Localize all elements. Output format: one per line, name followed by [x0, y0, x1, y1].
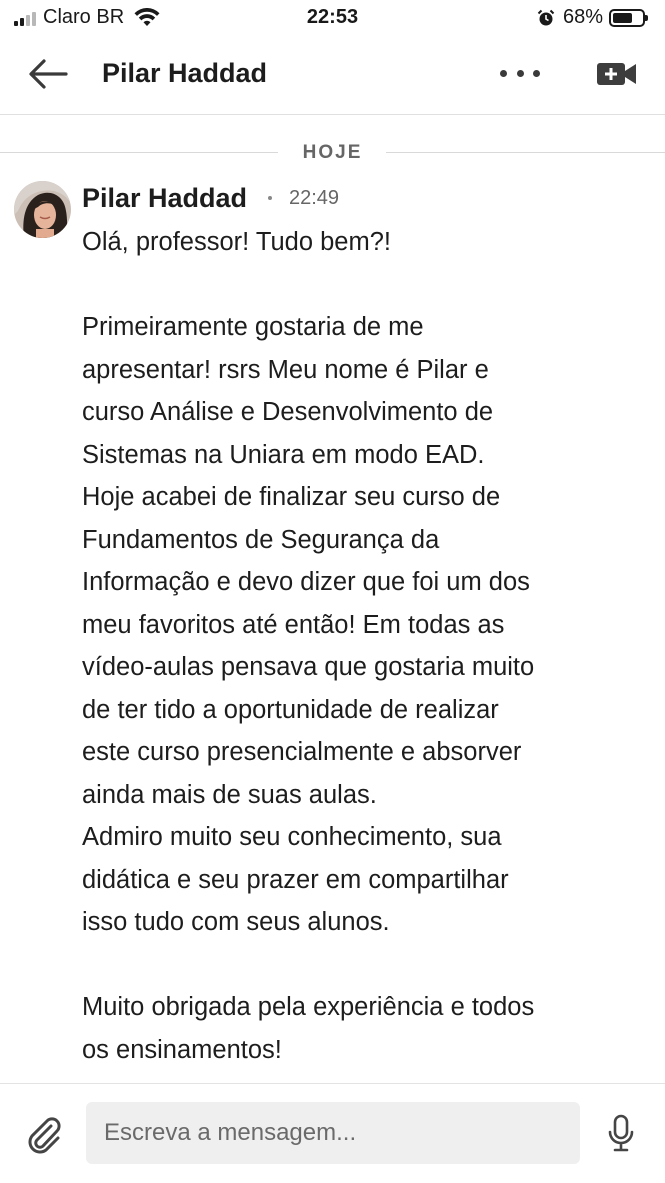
- battery-percent: 68%: [562, 6, 603, 28]
- message-line: apresentar! rsrs Meu nome é Pilar e: [82, 355, 489, 384]
- date-label: HOJE: [302, 142, 363, 163]
- date-divider: HOJE: [0, 140, 665, 164]
- message-composer: [0, 1083, 665, 1183]
- avatar[interactable]: [14, 181, 71, 238]
- message-input[interactable]: [86, 1102, 580, 1164]
- message-line: este curso presencialmente e absorver: [82, 738, 522, 766]
- video-call-icon[interactable]: [596, 60, 638, 88]
- message-time: 22:49: [289, 187, 340, 209]
- message-line: de ter tido a oportunidade de realizar: [82, 695, 499, 724]
- message-line: Olá, professor! Tudo bem?!: [82, 228, 391, 256]
- separator-dot: [268, 196, 272, 200]
- battery-icon: [609, 8, 648, 27]
- message-line: didática e seu prazer em compartilhar: [82, 865, 509, 894]
- message-line: os ensinamentos!: [82, 1035, 282, 1064]
- message-line: Primeiramente gostaria de me: [82, 313, 424, 341]
- message-line: vídeo-aulas pensava que gostaria muito: [82, 653, 535, 681]
- message-line: [82, 944, 652, 987]
- message-line: curso Análise e Desenvolvimento de: [82, 398, 494, 426]
- divider-line-right: [386, 152, 665, 153]
- message-line: Fundamentos de Segurança da: [82, 525, 440, 554]
- message-sender[interactable]: Pilar Haddad: [82, 183, 247, 214]
- more-dots-icon[interactable]: [500, 62, 540, 84]
- message-line: Sistemas na Uniara em modo EAD.: [82, 440, 485, 469]
- microphone-icon[interactable]: [606, 1114, 636, 1154]
- message-line: Hoje acabei de finalizar seu curso de: [82, 483, 501, 511]
- battery-level-fill: [613, 12, 632, 23]
- message-line: Muito obrigada pela experiência e todos: [82, 993, 535, 1021]
- message-line: ainda mais de suas aulas.: [82, 780, 377, 809]
- conversation-header: Pilar Haddad: [0, 36, 665, 115]
- message-line: Admiro muito seu conhecimento, sua: [82, 823, 502, 851]
- paperclip-icon[interactable]: [24, 1114, 64, 1154]
- status-right: 68%: [537, 6, 648, 29]
- message-body: Olá, professor! Tudo bem?! Primeiramente…: [82, 221, 652, 1071]
- alarm-icon: [537, 9, 555, 25]
- message-line: [82, 264, 652, 307]
- status-bar: Claro BR 22:53 68%: [0, 0, 665, 36]
- back-arrow-icon[interactable]: [26, 56, 70, 92]
- message-line: Informação e devo dizer que foi um dos: [82, 568, 530, 596]
- message-line: isso tudo com seus alunos.: [82, 908, 390, 936]
- message-line: meu favoritos até então! Em todas as: [82, 610, 505, 639]
- conversation-title[interactable]: Pilar Haddad: [102, 58, 267, 89]
